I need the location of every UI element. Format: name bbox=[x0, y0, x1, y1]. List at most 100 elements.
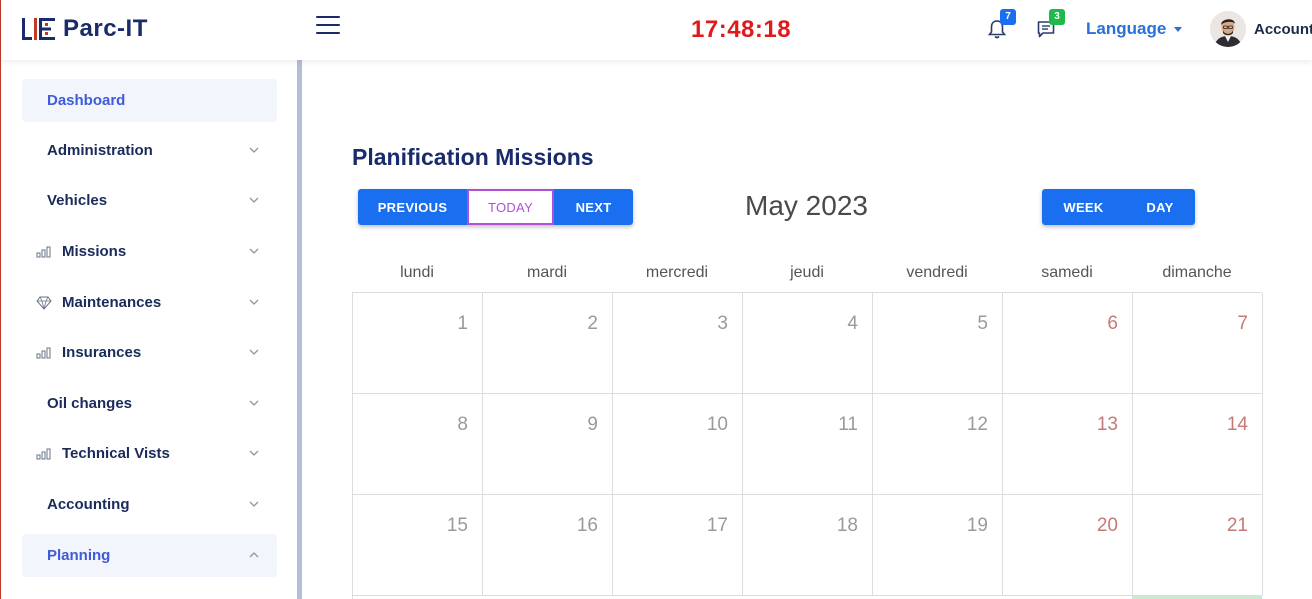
day-number: 19 bbox=[966, 515, 988, 536]
day-number: 8 bbox=[457, 414, 468, 435]
previous-button[interactable]: PREVIOUS bbox=[358, 189, 467, 225]
calendar-day-cell[interactable]: 15 bbox=[353, 495, 483, 596]
sidebar-item-label: Insurances bbox=[62, 344, 142, 361]
brand-name: Parc-IT bbox=[63, 15, 148, 42]
bar-chart-icon bbox=[36, 447, 54, 461]
calendar-day-cell[interactable]: 19 bbox=[873, 495, 1003, 596]
day-number: 5 bbox=[977, 313, 988, 334]
day-number: 13 bbox=[1096, 414, 1118, 435]
chevron-down-icon bbox=[249, 248, 259, 254]
calendar-day-cell[interactable]: 8 bbox=[353, 394, 483, 495]
sidebar-item-missions[interactable]: Missions bbox=[22, 230, 277, 273]
sidebar-item-administration[interactable]: Administration bbox=[22, 129, 277, 172]
day-number: 9 bbox=[587, 414, 598, 435]
day-number: 16 bbox=[576, 515, 598, 536]
calendar-nav-buttons: PREVIOUS TODAY NEXT bbox=[358, 189, 633, 225]
sidebar-item-label: Dashboard bbox=[47, 92, 126, 109]
sidebar-item-maintenances[interactable]: Maintenances bbox=[22, 281, 277, 324]
calendar-day-cell[interactable]: 10 bbox=[613, 394, 743, 495]
sidebar-item-oil-changes[interactable]: Oil changes bbox=[22, 382, 277, 425]
day-number: 1 bbox=[457, 313, 468, 334]
chevron-down-icon bbox=[249, 501, 259, 507]
weekday-header: vendredi bbox=[906, 264, 968, 281]
calendar-day-cell[interactable]: 6 bbox=[1003, 293, 1133, 394]
chevron-up-icon bbox=[249, 552, 259, 558]
sidebar-item-label: Missions bbox=[62, 243, 127, 260]
week-view-button[interactable]: WEEK bbox=[1042, 189, 1125, 225]
notifications-badge: 7 bbox=[1000, 9, 1016, 25]
day-number: 11 bbox=[838, 414, 858, 435]
sidebar-item-planning[interactable]: Planning bbox=[22, 534, 277, 577]
messages-badge: 3 bbox=[1049, 9, 1065, 25]
weekday-header: mercredi bbox=[645, 264, 709, 281]
calendar-day-cell[interactable]: 17 bbox=[613, 495, 743, 596]
calendar-day-cell[interactable]: 2 bbox=[483, 293, 613, 394]
diamond-icon bbox=[36, 296, 54, 310]
weekday-header: dimanche bbox=[1162, 264, 1232, 281]
day-view-button[interactable]: DAY bbox=[1125, 189, 1195, 225]
calendar-day-cell[interactable]: 7 bbox=[1133, 293, 1263, 394]
day-number: 3 bbox=[717, 313, 728, 334]
language-dropdown[interactable]: Language bbox=[1086, 19, 1183, 39]
calendar-day-cell[interactable]: 11 bbox=[743, 394, 873, 495]
notifications-button[interactable]: 7 bbox=[987, 9, 1016, 40]
sidebar-scrollbar[interactable] bbox=[297, 60, 302, 599]
sidebar-item-dashboard[interactable]: Dashboard bbox=[22, 79, 277, 122]
weekday-header: samedi bbox=[1041, 264, 1093, 281]
calendar-day-cell[interactable]: 21 bbox=[1133, 495, 1263, 596]
sidebar-item-accounting[interactable]: Accounting bbox=[22, 483, 277, 526]
chevron-down-icon bbox=[249, 450, 259, 456]
weekday-header: lundi bbox=[400, 264, 434, 281]
day-number: 6 bbox=[1107, 313, 1118, 334]
calendar-month-title: May 2023 bbox=[745, 190, 868, 221]
chevron-down-icon bbox=[249, 400, 259, 406]
top-header: Parc-IT 17:48:18 7 3 Language Account bbox=[1, 0, 1312, 60]
calendar-day-cell[interactable]: 14 bbox=[1133, 394, 1263, 495]
day-number: 2 bbox=[587, 313, 598, 334]
day-number: 21 bbox=[1226, 515, 1248, 536]
calendar-day-cell[interactable]: 1 bbox=[353, 293, 483, 394]
sidebar-item-label: Maintenances bbox=[62, 294, 162, 311]
brand-logo[interactable]: Parc-IT bbox=[21, 14, 148, 44]
sidebar-item-label: Technical Vists bbox=[62, 445, 170, 462]
calendar-day-cell[interactable]: 20 bbox=[1003, 495, 1133, 596]
day-number: 17 bbox=[706, 515, 728, 536]
chevron-down-icon bbox=[249, 299, 259, 305]
chevron-down-icon bbox=[249, 349, 259, 355]
weekday-header: mardi bbox=[526, 264, 567, 281]
day-number: 20 bbox=[1096, 515, 1118, 536]
calendar-day-cell[interactable]: 16 bbox=[483, 495, 613, 596]
calendar-day-cell[interactable]: 3 bbox=[613, 293, 743, 394]
day-number: 4 bbox=[847, 313, 858, 334]
avatar[interactable] bbox=[1210, 11, 1246, 47]
sidebar-item-vehicles[interactable]: Vehicles bbox=[22, 179, 277, 222]
day-number: 14 bbox=[1226, 414, 1248, 435]
clock: 17:48:18 bbox=[691, 16, 792, 43]
next-button[interactable]: NEXT bbox=[554, 189, 633, 225]
messages-button[interactable]: 3 bbox=[1036, 9, 1065, 40]
page-title: Planification Missions bbox=[352, 144, 594, 170]
bar-chart-icon bbox=[36, 346, 54, 360]
chevron-down-icon bbox=[249, 197, 259, 203]
day-number: 15 bbox=[446, 515, 468, 536]
sidebar-item-technical-visits[interactable]: Technical Vists bbox=[22, 432, 277, 475]
calendar-day-cell[interactable]: 13 bbox=[1003, 394, 1133, 495]
day-number: 10 bbox=[706, 414, 728, 435]
sidebar-item-label: Vehicles bbox=[47, 192, 108, 209]
account-menu[interactable]: Account bbox=[1254, 21, 1312, 38]
language-label: Language bbox=[1086, 19, 1167, 38]
calendar-day-cell[interactable]: 4 bbox=[743, 293, 873, 394]
sidebar-item-insurances[interactable]: Insurances bbox=[22, 331, 277, 374]
calendar-day-cell[interactable]: 5 bbox=[873, 293, 1003, 394]
sidebar-item-label: Accounting bbox=[47, 496, 130, 513]
today-button[interactable]: TODAY bbox=[467, 189, 554, 225]
menu-toggle-icon[interactable] bbox=[316, 16, 340, 38]
sidebar-item-label: Administration bbox=[47, 142, 153, 159]
calendar-day-cell[interactable]: 12 bbox=[873, 394, 1003, 495]
logo-mark-icon bbox=[21, 15, 59, 43]
calendar-day-cell[interactable]: 18 bbox=[743, 495, 873, 596]
sidebar-item-label: Oil changes bbox=[47, 395, 133, 412]
caret-down-icon bbox=[1174, 26, 1183, 32]
chevron-down-icon bbox=[249, 147, 259, 153]
calendar-day-cell[interactable]: 9 bbox=[483, 394, 613, 495]
